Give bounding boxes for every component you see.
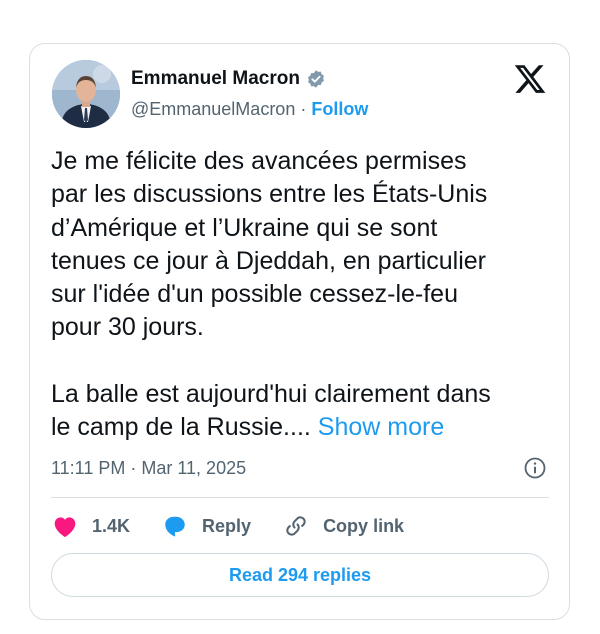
- reply-label: Reply: [202, 515, 252, 536]
- tweet-paragraph-1: Je me félicite des avancées permises par…: [51, 147, 488, 342]
- avatar-photo: [52, 60, 120, 128]
- info-icon[interactable]: [523, 456, 547, 480]
- author-handle-row: @EmmanuelMacron · Follow: [131, 98, 368, 120]
- author-handle[interactable]: @EmmanuelMacron: [131, 98, 295, 120]
- author-name[interactable]: Emmanuel Macron: [131, 68, 300, 90]
- tweet-actions: 1.4K Reply Copy link: [52, 513, 436, 539]
- tweet-text: Je me félicite des avancées permises par…: [51, 145, 561, 444]
- copy-link-label: Copy link: [323, 515, 405, 536]
- reply-button[interactable]: Reply: [162, 514, 251, 538]
- verified-badge-icon: [308, 70, 324, 88]
- x-logo-icon[interactable]: [513, 62, 547, 96]
- separator-dot: ·: [300, 99, 307, 119]
- author-name-row: Emmanuel Macron: [131, 68, 326, 90]
- tweet-timestamp[interactable]: 11:11 PM · Mar 11, 2025: [51, 458, 246, 479]
- read-replies-button[interactable]: Read 294 replies: [51, 553, 549, 597]
- copy-link-button[interactable]: Copy link: [283, 513, 404, 539]
- tweet-card: Emmanuel Macron @EmmanuelMacron · Follow…: [29, 43, 570, 620]
- show-more-link[interactable]: Show more: [318, 413, 444, 441]
- reply-bubble-icon: [165, 516, 185, 537]
- follow-button[interactable]: Follow: [311, 98, 368, 120]
- like-count: 1.4K: [92, 515, 131, 536]
- like-button[interactable]: 1.4K: [52, 514, 130, 538]
- avatar[interactable]: [52, 60, 120, 128]
- tweet-paragraph-2: La balle est aujourd'hui clairement dans…: [51, 378, 561, 445]
- tweet-meta-row: 11:11 PM · Mar 11, 2025: [51, 456, 547, 480]
- heart-icon: [54, 517, 76, 538]
- divider: [51, 497, 549, 498]
- link-icon: [286, 516, 306, 536]
